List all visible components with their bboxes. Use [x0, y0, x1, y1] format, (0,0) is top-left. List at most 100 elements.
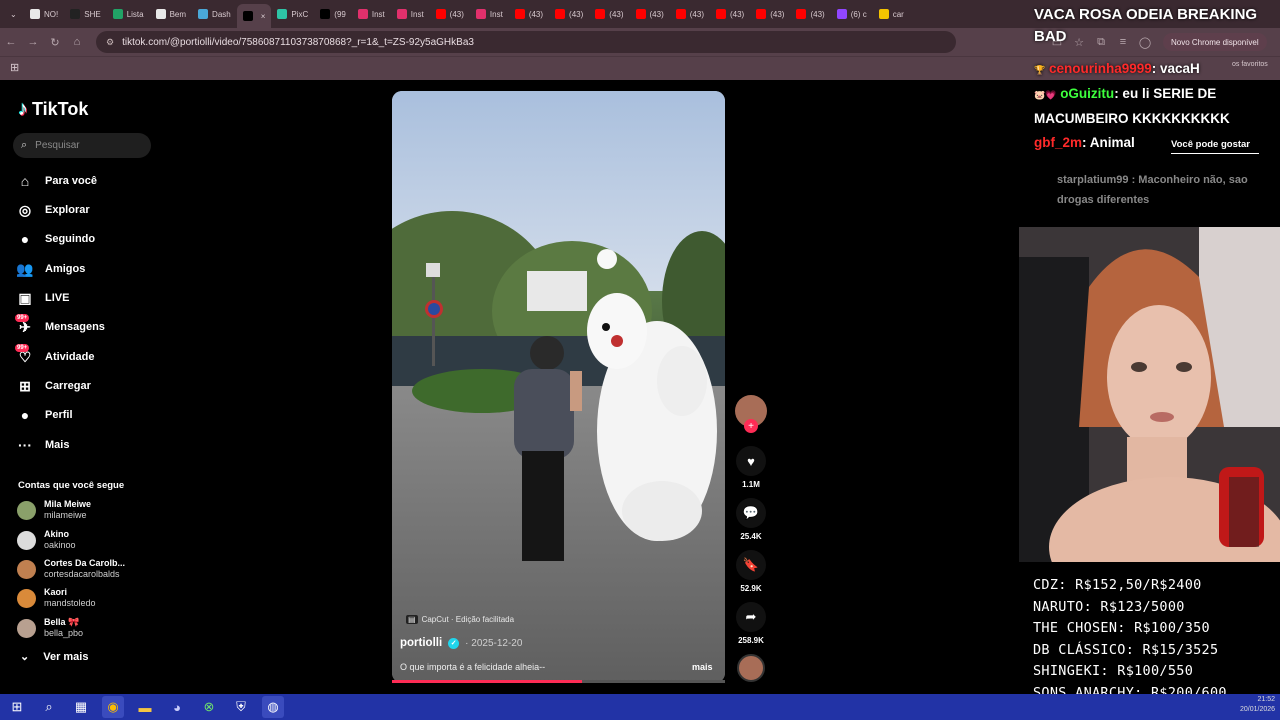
comment-action[interactable]: 💬 25.4K — [735, 498, 767, 541]
browser-tab[interactable]: (43) — [630, 3, 670, 25]
account-name: Mila Meiwe — [44, 499, 92, 509]
search-icon[interactable]: ⌕ — [38, 696, 60, 718]
tab-label: (99 — [334, 9, 346, 19]
like-action[interactable]: ♥ 1.1M — [735, 446, 767, 489]
notification-badge: 99+ — [15, 344, 30, 352]
file-explorer-icon[interactable]: ▬ — [134, 696, 156, 718]
tab-list-button[interactable]: ⌄ — [4, 3, 24, 25]
author-avatar[interactable]: + — [735, 395, 767, 433]
back-icon[interactable]: ← — [0, 36, 22, 48]
tab-favicon-icon — [30, 9, 40, 19]
messages-icon: ✈ 99+ — [15, 314, 31, 335]
browser-tab[interactable]: Inst — [352, 3, 391, 25]
task-view-icon[interactable]: ▦ — [70, 696, 92, 718]
browser-tab[interactable]: car — [873, 3, 910, 25]
tab-label: (6) c — [850, 9, 867, 19]
followed-account[interactable]: Akino oakinoo — [17, 527, 76, 553]
share-icon[interactable]: ➦ — [736, 602, 766, 632]
chat-message: 🏆 cenourinha9999: vacaH — [1034, 57, 1274, 82]
sidebar-item-label: Explorar — [45, 204, 90, 216]
sidebar-item-activity[interactable]: ♡ 99+ Atividade — [15, 344, 95, 366]
browser-tab[interactable]: (43) — [710, 3, 750, 25]
followed-account[interactable]: Kaori mandstoledo — [17, 585, 96, 611]
search-icon: ⌕ — [21, 139, 28, 151]
browser-tab[interactable]: (6) c — [831, 3, 873, 25]
browser-tab[interactable]: Dash — [192, 3, 237, 25]
clock-time: 21:52 — [1257, 696, 1276, 703]
url-input[interactable]: ⚙ tiktok.com/@portiolli/video/7586087110… — [96, 31, 956, 53]
comment-icon[interactable]: 💬 — [736, 498, 766, 528]
tab-favicon-icon — [675, 9, 686, 19]
tab-label: Dash — [212, 9, 231, 19]
browser-tab[interactable]: (43) — [750, 3, 790, 25]
video-player[interactable] — [392, 91, 725, 683]
browser-tab[interactable]: Lista — [107, 3, 150, 25]
avatar — [17, 500, 36, 520]
url-text: tiktok.com/@portiolli/video/758608711037… — [122, 36, 474, 48]
share-count: 258.9K — [738, 636, 764, 645]
sidebar-item-compass[interactable]: ◎ Explorar — [17, 201, 90, 219]
see-more-label: Ver mais — [43, 650, 89, 663]
browser-tab[interactable]: (43) — [549, 3, 589, 25]
reload-icon[interactable]: ↻ — [44, 36, 66, 49]
account-handle: milameiwe — [44, 510, 87, 520]
windows-taskbar: ⊞ ⌕ ▦ ◉ ▬ ◕ ⊗ ⛨ ◍ — [0, 694, 1280, 720]
followed-account[interactable]: Bella 🎀 bella_pbo — [17, 615, 83, 641]
followed-account[interactable]: Cortes Da Carolb... cortesdacarolbalds — [17, 556, 125, 582]
sidebar-item-messages[interactable]: ✈ 99+ Mensagens — [15, 314, 105, 336]
tab-favicon-icon — [715, 9, 726, 19]
browser-tab[interactable]: × — [236, 4, 272, 28]
home-icon[interactable]: ⌂ — [66, 36, 88, 48]
sidebar-item-more[interactable]: ··· Mais — [17, 436, 69, 454]
follow-plus-icon[interactable]: + — [744, 419, 758, 433]
sidebar-item-friends[interactable]: 👥 Amigos — [16, 260, 85, 278]
tab-label: NO! — [44, 9, 59, 19]
bookmark-icon[interactable]: 🔖 — [736, 550, 766, 580]
windows-start-icon[interactable]: ⊞ — [6, 696, 28, 718]
video-progress-bar[interactable] — [392, 680, 725, 683]
video-author[interactable]: portiolli ✓ · 2025-12-20 — [400, 637, 522, 649]
save-action[interactable]: 🔖 52.9K — [735, 550, 767, 593]
chrome-icon[interactable]: ◉ — [102, 696, 124, 718]
browser-tab[interactable]: (43) — [670, 3, 710, 25]
vpn-shield-icon[interactable]: ⛨ — [230, 696, 252, 718]
site-info-icon[interactable]: ⚙ — [106, 37, 114, 48]
browser-tab[interactable]: (43) — [430, 3, 470, 25]
sidebar-item-profile[interactable]: ● Perfil — [17, 406, 73, 424]
xbox-icon[interactable]: ⊗ — [198, 696, 220, 718]
forward-icon[interactable]: → — [22, 36, 44, 48]
apps-grid-icon[interactable]: ⊞ — [10, 61, 19, 74]
browser-tab[interactable]: Inst — [470, 3, 509, 25]
see-more-button[interactable]: ⌄ Ver mais — [20, 650, 89, 664]
sidebar-item-home[interactable]: ⌂ Para você — [17, 172, 97, 190]
author-name[interactable]: portiolli — [400, 637, 442, 649]
share-action[interactable]: ➦ 258.9K — [735, 602, 767, 645]
close-tab-icon[interactable]: × — [261, 12, 266, 21]
capcut-icon: ▤ — [406, 615, 418, 624]
sidebar-item-live[interactable]: ▣ LIVE — [17, 289, 69, 307]
browser-tab[interactable]: PixC — [271, 3, 314, 25]
notification-badge: 99+ — [15, 314, 30, 322]
browser-tab[interactable]: Inst — [391, 3, 430, 25]
browser-tab[interactable]: Bem — [150, 3, 192, 25]
sidebar-item-following-avatar[interactable]: ● Seguindo — [17, 230, 95, 248]
obs-icon[interactable]: ◍ — [262, 696, 284, 718]
browser-tab[interactable]: (43) — [509, 3, 549, 25]
music-disc-avatar[interactable] — [737, 654, 765, 682]
sidebar-item-upload[interactable]: ⊞ Carregar — [17, 377, 91, 395]
discord-icon[interactable]: ◕ — [166, 696, 188, 718]
followed-account[interactable]: Mila Meiwe milameiwe — [17, 497, 91, 523]
browser-tab[interactable]: NO! — [24, 3, 64, 25]
heart-icon[interactable]: ♥ — [736, 446, 766, 476]
donation-goal-line: NARUTO: R$123/5000 — [1033, 598, 1185, 615]
search-input[interactable]: ⌕ Pesquisar — [13, 133, 151, 158]
tab-you-may-like[interactable]: Você pode gostar — [1171, 139, 1250, 150]
tiktok-logo[interactable]: ♪ TikTok — [18, 98, 88, 121]
account-text: Akino oakinoo — [44, 529, 76, 551]
author-avatar-action[interactable]: + — [735, 395, 767, 433]
browser-tab[interactable]: (43) — [790, 3, 830, 25]
caption-more-button[interactable]: mais — [692, 662, 713, 672]
browser-tab[interactable]: (99 — [314, 3, 352, 25]
browser-tab[interactable]: (43) — [589, 3, 629, 25]
browser-tab[interactable]: SHE — [64, 3, 106, 25]
